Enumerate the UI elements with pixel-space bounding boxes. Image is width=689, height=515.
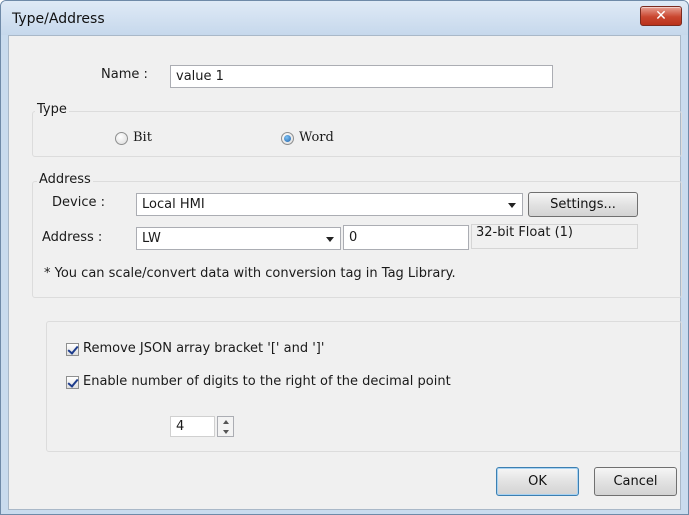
decimal-digits-value: 4 <box>176 419 185 434</box>
address-value-input[interactable]: 0 <box>343 225 469 250</box>
address-type-value: LW <box>142 231 161 246</box>
device-combo-value: Local HMI <box>142 197 205 212</box>
name-label: Name : <box>101 67 148 82</box>
decimal-digits-stepper[interactable] <box>217 416 234 437</box>
chevron-down-icon <box>508 202 516 208</box>
word-radio-label: Word <box>299 130 334 145</box>
data-format-display: 32-bit Float (1) <box>471 224 638 249</box>
stepper-up-button[interactable] <box>218 417 233 427</box>
device-combo[interactable]: Local HMI <box>136 193 523 216</box>
name-input[interactable]: value 1 <box>170 65 553 88</box>
dialog-client: Name : value 1 Type Bit Word Address Dev… <box>8 35 682 510</box>
address-group-title: Address <box>37 172 93 187</box>
close-icon: ✕ <box>655 8 667 24</box>
title-bar[interactable]: Type/Address ✕ <box>1 1 688 35</box>
decimal-digits-label: Enable number of digits to the right of … <box>83 374 451 389</box>
ok-button[interactable]: OK <box>496 467 579 496</box>
chevron-down-icon <box>222 430 229 434</box>
address-type-combo[interactable]: LW <box>136 227 341 250</box>
remove-bracket-label: Remove JSON array bracket '[' and ']' <box>83 341 325 356</box>
data-format-text: 32-bit Float (1) <box>476 225 573 240</box>
word-radio[interactable] <box>281 132 294 145</box>
bit-radio-label: Bit <box>133 130 152 145</box>
address-value-text: 0 <box>349 230 358 245</box>
type-group-title: Type <box>35 102 69 117</box>
chevron-up-icon <box>222 420 229 424</box>
dialog-title: Type/Address <box>12 11 105 27</box>
conversion-note: * You can scale/convert data with conver… <box>44 266 456 281</box>
type-groupbox <box>32 111 682 157</box>
chevron-down-icon <box>326 236 334 242</box>
address-label: Address : <box>42 230 103 245</box>
name-input-value: value 1 <box>176 69 224 84</box>
cancel-button[interactable]: Cancel <box>594 467 677 496</box>
type-address-dialog: Type/Address ✕ Name : value 1 Type Bit W… <box>0 0 689 515</box>
device-label: Device : <box>52 195 105 210</box>
decimal-digits-input[interactable]: 4 <box>170 416 215 437</box>
bit-radio[interactable] <box>115 132 128 145</box>
stepper-down-button[interactable] <box>218 427 233 437</box>
settings-button[interactable]: Settings... <box>528 192 638 217</box>
close-button[interactable]: ✕ <box>640 6 682 26</box>
decimal-digits-checkbox[interactable] <box>66 376 79 389</box>
remove-bracket-checkbox[interactable] <box>66 343 79 356</box>
